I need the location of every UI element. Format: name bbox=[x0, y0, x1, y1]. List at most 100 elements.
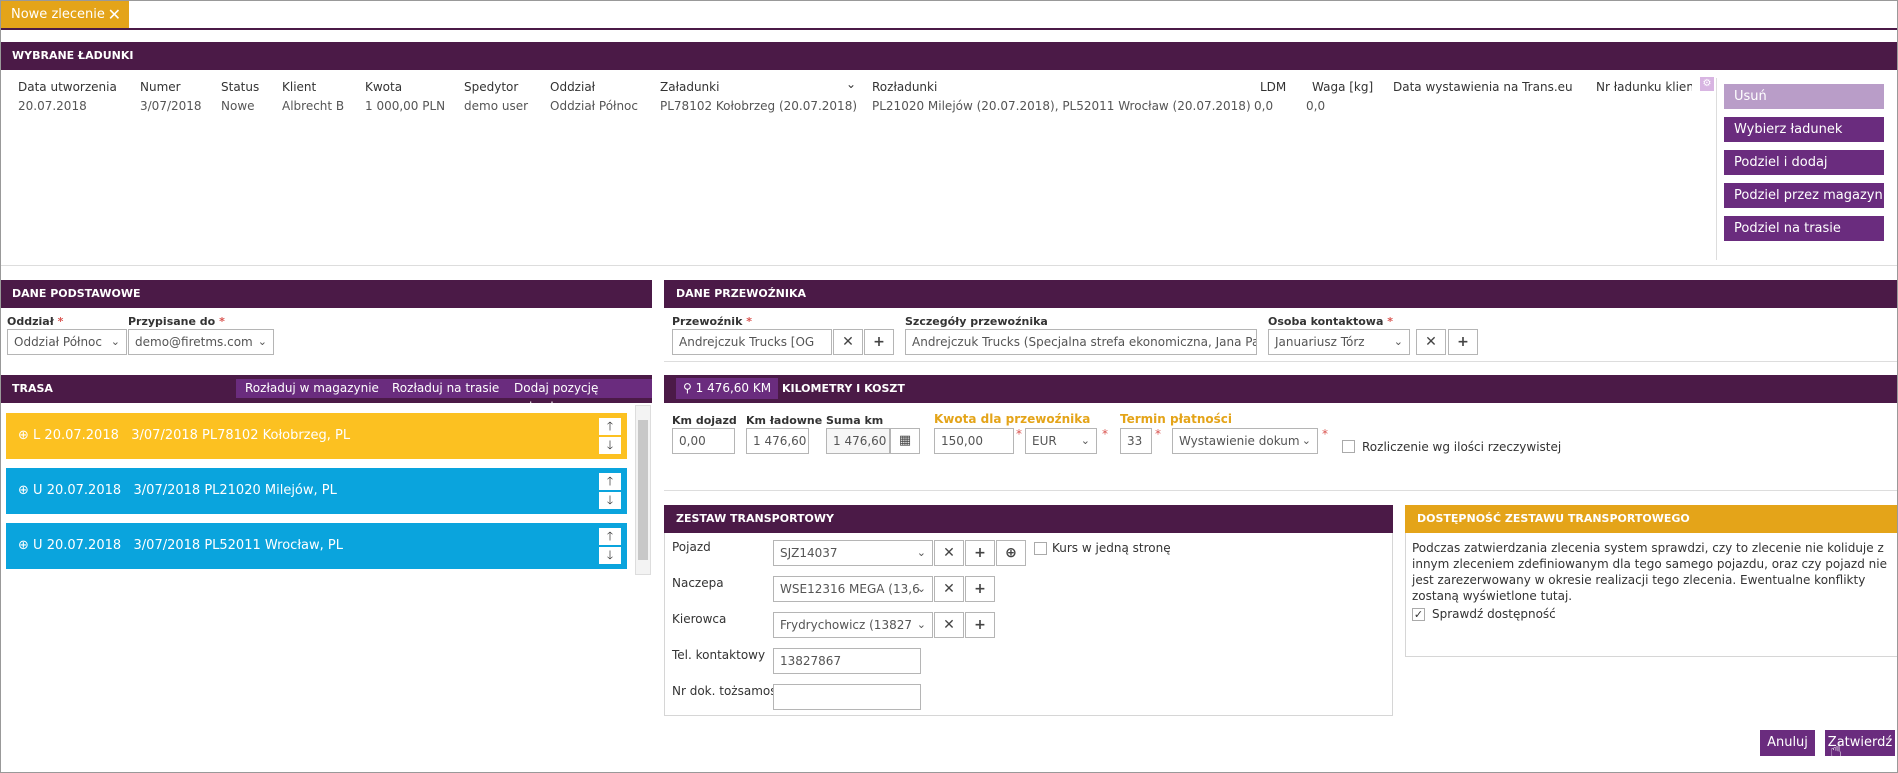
chevron-down-icon: ⌄ bbox=[916, 582, 926, 595]
amount-input[interactable]: 150,00 bbox=[934, 428, 1014, 454]
chevron-down-icon: ⌄ bbox=[110, 335, 120, 348]
col-header: Status bbox=[221, 80, 260, 94]
arrow-circle-icon: ⊕ bbox=[18, 483, 29, 498]
oneway-checkbox[interactable] bbox=[1034, 542, 1047, 555]
cancel-button[interactable]: Anuluj bbox=[1760, 730, 1815, 756]
plus-icon[interactable]: + bbox=[1448, 329, 1478, 355]
divider bbox=[0, 265, 1898, 266]
plus-icon[interactable]: + bbox=[965, 612, 995, 638]
loaded-km-input[interactable]: 1 476,60 bbox=[746, 428, 809, 454]
divider bbox=[664, 361, 1898, 362]
map-pin-icon: ⚲ bbox=[683, 381, 692, 395]
trailer-select[interactable]: WSE12316 MEGA (13,6 ⌄ bbox=[773, 576, 933, 602]
arrow-down-icon[interactable]: 🡓 bbox=[599, 437, 621, 454]
km-header: ⚲ 1 476,60 KM KILOMETRY I KOSZT bbox=[664, 375, 1898, 403]
clear-icon[interactable]: ✕ bbox=[934, 576, 964, 602]
sum-km-field: 1 476,60 bbox=[826, 428, 890, 454]
col-header: Spedytor bbox=[464, 80, 519, 94]
tab-title: Nowe zlecenie bbox=[11, 7, 105, 22]
scrollbar-thumb[interactable] bbox=[638, 420, 648, 560]
basic-header: DANE PODSTAWOWE bbox=[0, 280, 652, 308]
amount-label: Kwota dla przewoźnika bbox=[934, 412, 1091, 426]
reorder-controls: 🡑 🡓 bbox=[599, 418, 621, 454]
assigned-select[interactable]: demo@firetms.com ⌄ bbox=[128, 329, 274, 355]
clear-icon[interactable]: ✕ bbox=[934, 612, 964, 638]
add-vehicle-position-button[interactable]: Dodaj pozycję pojazdu bbox=[505, 379, 652, 414]
check-availability-label: Sprawdź dostępność bbox=[1432, 607, 1556, 621]
chevron-down-icon[interactable]: ⌄ bbox=[846, 77, 856, 91]
divider bbox=[664, 490, 1898, 491]
select-load-button[interactable]: Wybierz ładunek bbox=[1724, 117, 1884, 142]
route-item[interactable]: ⊕ L 20.07.2018 3/07/2018 PL78102 Kołobrz… bbox=[6, 413, 627, 459]
check-availability-checkbox[interactable]: ✓ bbox=[1412, 608, 1425, 621]
calculator-icon[interactable]: ▦ bbox=[890, 428, 920, 454]
clear-icon[interactable]: ✕ bbox=[833, 329, 863, 355]
plus-icon[interactable]: + bbox=[965, 576, 995, 602]
trailer-label: Naczepa bbox=[672, 576, 724, 590]
branch-select[interactable]: Oddział Północ ⌄ bbox=[7, 329, 127, 355]
col-header: Kwota bbox=[365, 80, 403, 94]
carrier-input[interactable]: Andrejczuk Trucks [OG bbox=[672, 329, 832, 355]
col-header: Załadunki bbox=[660, 80, 720, 94]
approach-label: Km dojazd bbox=[672, 414, 737, 427]
contact-select[interactable]: Januariusz Tórz ⌄ bbox=[1268, 329, 1410, 355]
tab-new-order[interactable]: Nowe zlecenie ✕ bbox=[1, 1, 129, 28]
unload-warehouse-button[interactable]: Rozładuj w magazynie bbox=[236, 379, 388, 398]
availability-header: DOSTĘPNOŚĆ ZESTAWU TRANSPORTOWEGO bbox=[1405, 505, 1898, 533]
oneway-label: Kurs w jedną stronę bbox=[1052, 541, 1171, 555]
vehicle-select[interactable]: SJZ14037 ⌄ bbox=[773, 540, 933, 566]
col-header: LDM bbox=[1260, 80, 1287, 94]
term-label: Termin płatności bbox=[1120, 412, 1233, 426]
phone-input[interactable]: 13827867 bbox=[773, 648, 921, 674]
chevron-down-icon: ⌄ bbox=[916, 618, 926, 631]
chevron-down-icon: ⌄ bbox=[1301, 434, 1311, 447]
term-type-select[interactable]: Wystawienie dokum ⌄ bbox=[1172, 428, 1318, 454]
split-warehouse-button[interactable]: Podziel przez magazyn bbox=[1724, 183, 1884, 208]
arrow-up-icon[interactable]: 🡑 bbox=[599, 418, 621, 435]
driver-select[interactable]: Frydrychowicz (13827 ⌄ bbox=[773, 612, 933, 638]
divider bbox=[1716, 78, 1717, 260]
clear-icon[interactable]: ✕ bbox=[1416, 329, 1446, 355]
arrow-circle-icon: ⊕ bbox=[18, 428, 29, 443]
arrow-down-icon[interactable]: 🡓 bbox=[599, 492, 621, 509]
split-add-button[interactable]: Podziel i dodaj bbox=[1724, 150, 1884, 175]
approach-km-input[interactable]: 0,00 bbox=[672, 428, 735, 454]
currency-select[interactable]: EUR ⌄ bbox=[1025, 428, 1097, 454]
arrow-up-icon[interactable]: 🡑 bbox=[599, 528, 621, 545]
term-input[interactable]: 33 bbox=[1120, 428, 1152, 454]
carrier-details-field[interactable]: Andrejczuk Trucks (Specjalna strefa ekon… bbox=[905, 329, 1257, 355]
carrier-label: Przewoźnik * bbox=[672, 315, 752, 328]
route-item[interactable]: ⊕ U 20.07.2018 3/07/2018 PL52011 Wrocław… bbox=[6, 523, 627, 569]
scrollbar[interactable] bbox=[635, 405, 651, 575]
close-icon[interactable]: ✕ bbox=[108, 1, 121, 28]
km-badge: ⚲ 1 476,60 KM bbox=[676, 378, 779, 399]
split-route-button[interactable]: Podziel na trasie bbox=[1724, 216, 1884, 241]
chevron-down-icon: ⌄ bbox=[1080, 434, 1090, 447]
plus-icon[interactable]: + bbox=[864, 329, 894, 355]
id-doc-label: Nr dok. tożsamości bbox=[672, 684, 787, 698]
driver-label: Kierowca bbox=[672, 612, 727, 626]
delete-button[interactable]: Usuń bbox=[1724, 84, 1884, 109]
route-item[interactable]: ⊕ U 20.07.2018 3/07/2018 PL21020 Milejów… bbox=[6, 468, 627, 514]
route-header: TRASA Rozładuj w magazynie Rozładuj na t… bbox=[0, 375, 652, 414]
arrow-down-icon[interactable]: 🡓 bbox=[599, 547, 621, 564]
assigned-label: Przypisane do * bbox=[128, 315, 225, 328]
plus-icon[interactable]: + bbox=[965, 540, 995, 566]
unload-route-button[interactable]: Rozładuj na trasie bbox=[383, 379, 509, 398]
hand-cursor-icon: ☝ bbox=[1830, 738, 1843, 762]
chevron-down-icon: ⌄ bbox=[916, 546, 926, 559]
gear-icon[interactable]: ⚙ bbox=[1700, 77, 1714, 91]
zoom-icon[interactable]: ⊕ bbox=[996, 540, 1026, 566]
col-header: Rozładunki bbox=[872, 80, 938, 94]
contact-label: Osoba kontaktowa * bbox=[1268, 315, 1393, 328]
vehicle-label: Pojazd bbox=[672, 540, 711, 554]
settle-checkbox[interactable] bbox=[1342, 440, 1355, 453]
sum-label: Suma km bbox=[826, 414, 884, 427]
clear-icon[interactable]: ✕ bbox=[934, 540, 964, 566]
col-header: Nr ładunku klienta bbox=[1596, 80, 1692, 94]
arrow-up-icon[interactable]: 🡑 bbox=[599, 473, 621, 490]
col-header: Data wystawienia na Trans.eu bbox=[1393, 80, 1573, 94]
settle-label: Rozliczenie wg ilości rzeczywistej bbox=[1362, 440, 1562, 454]
col-header: Oddział bbox=[550, 80, 596, 94]
id-doc-input[interactable] bbox=[773, 684, 921, 710]
